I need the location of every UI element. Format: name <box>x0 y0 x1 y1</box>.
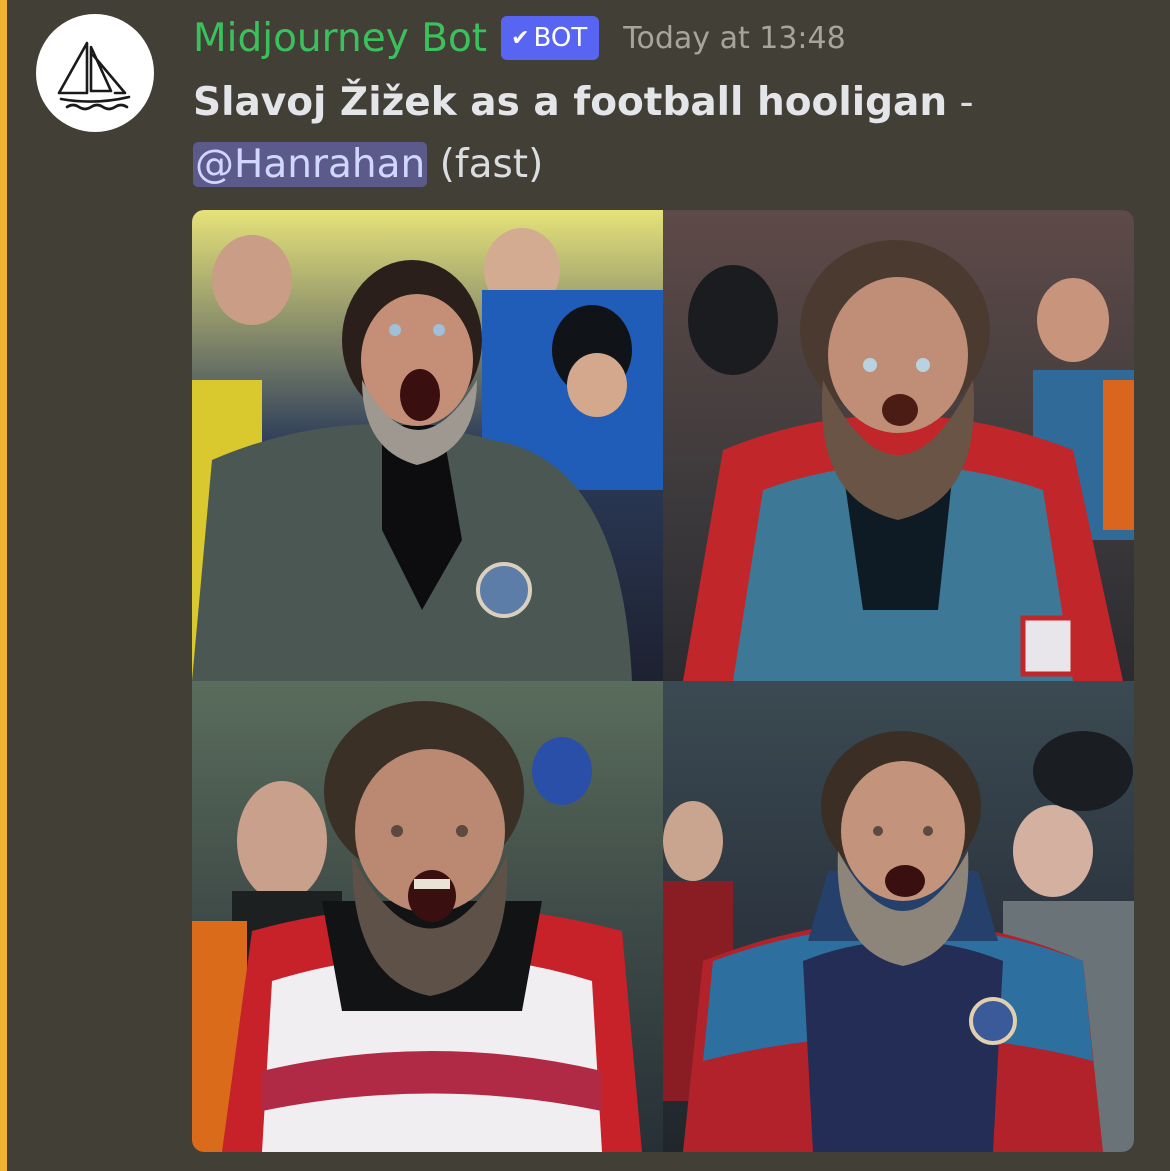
chat-message: Midjourney Bot ✔ BOT Today at 13:48 Slav… <box>0 0 1170 1171</box>
generated-image-4[interactable] <box>663 681 1134 1152</box>
prompt-text: Slavoj Žižek as a football hooligan <box>193 80 948 125</box>
message-header: Midjourney Bot ✔ BOT Today at 13:48 <box>193 8 846 68</box>
sailboat-icon <box>57 41 131 111</box>
image-attachment-grid[interactable] <box>192 210 1134 1152</box>
image-3-graphic <box>192 681 663 1152</box>
author-username[interactable]: Midjourney Bot <box>193 16 487 61</box>
generated-image-2[interactable] <box>663 210 1134 681</box>
mention-highlight-bar <box>0 0 7 1171</box>
timestamp[interactable]: Today at 13:48 <box>623 21 845 56</box>
separator: - <box>947 80 974 125</box>
image-4-graphic <box>663 681 1134 1152</box>
image-2-graphic <box>663 210 1134 681</box>
avatar[interactable] <box>36 14 154 132</box>
generated-image-1[interactable] <box>192 210 663 681</box>
user-mention[interactable]: @Hanrahan <box>193 142 428 187</box>
verified-check-icon: ✔ <box>511 25 530 51</box>
bot-tag-label: BOT <box>533 23 588 53</box>
image-1-graphic <box>192 210 663 681</box>
generation-mode: (fast) <box>439 142 544 187</box>
bot-tag: ✔ BOT <box>501 16 600 60</box>
message-content: Slavoj Žižek as a football hooligan - @H… <box>193 72 1133 196</box>
generated-image-3[interactable] <box>192 681 663 1152</box>
